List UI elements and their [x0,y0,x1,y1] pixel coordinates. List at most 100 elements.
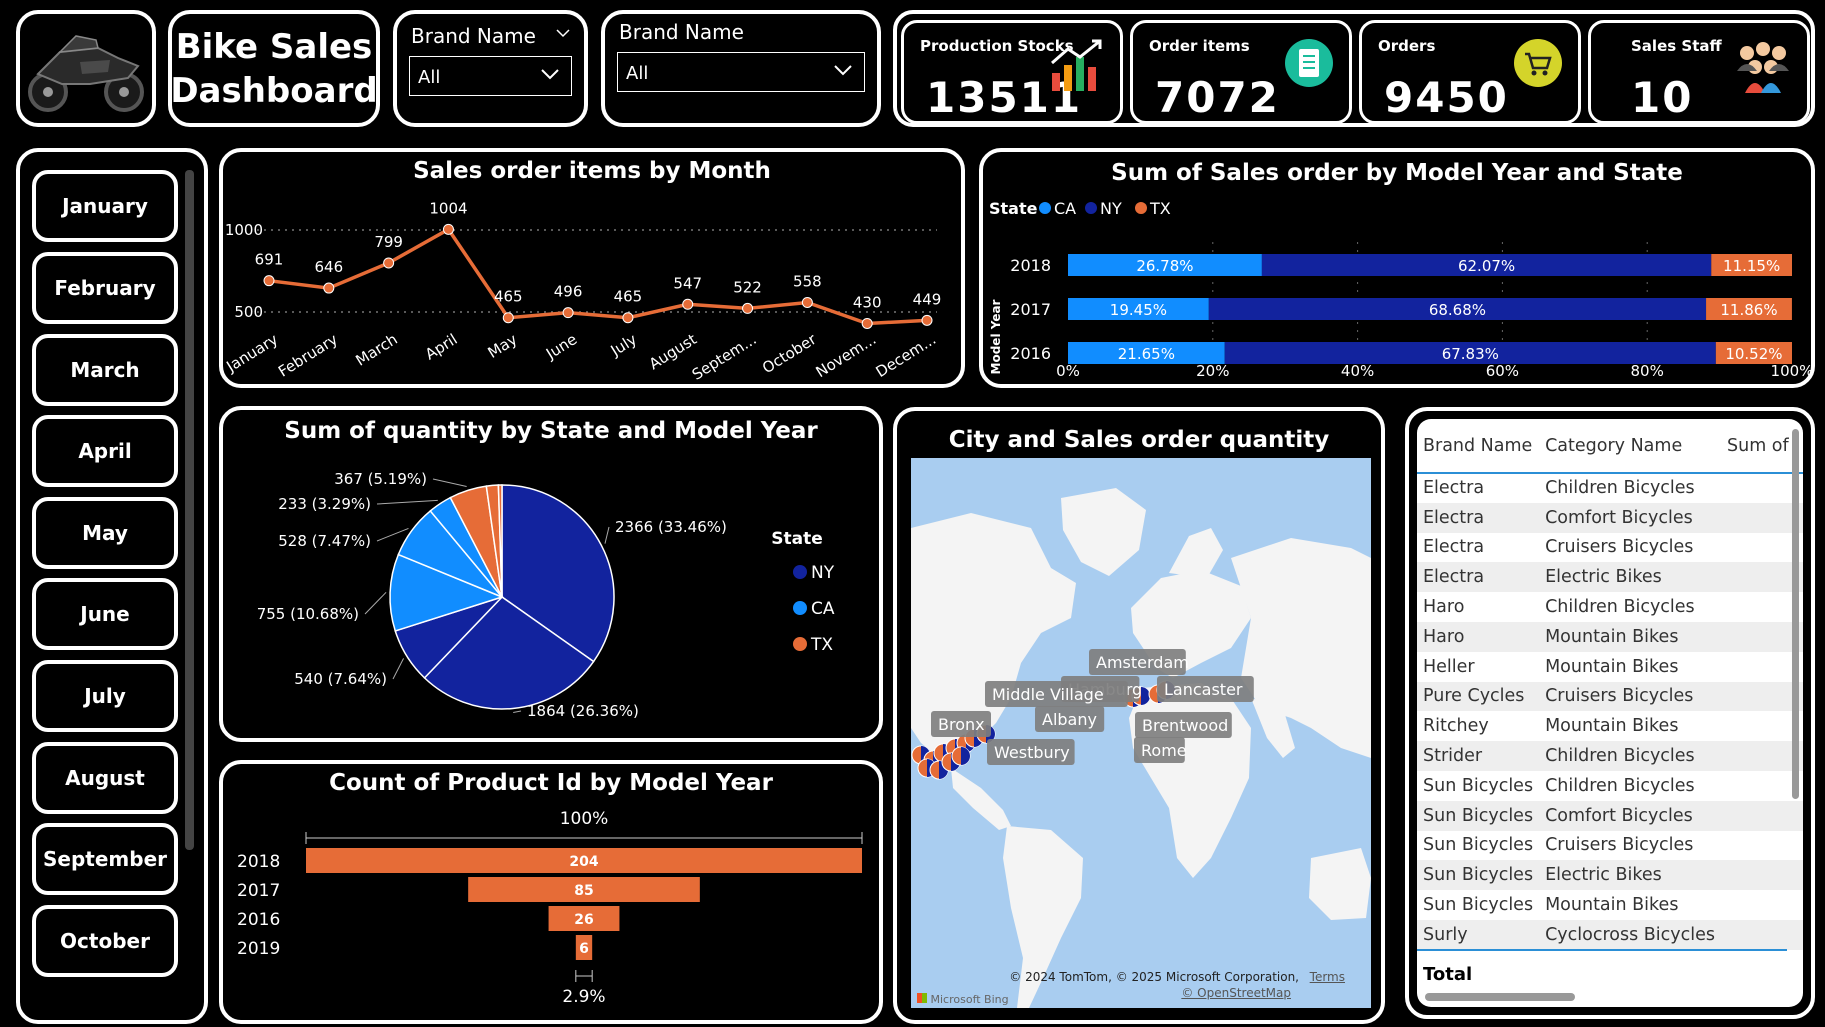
legend-label: NY [811,563,835,583]
data-label: 233 (3.29%) [278,495,371,513]
legend-label: TX [810,635,833,655]
data-point [502,312,514,324]
column-header-category[interactable]: Category Name [1539,419,1721,474]
data-label: 755 (10.68%) [257,605,359,623]
kpi-sales-staff: Sales Staff 10 [1588,20,1810,124]
table-row[interactable]: Strider Children Bicycles [1417,741,1803,771]
world-map[interactable]: AmsterdamHamburgLancasterMiddle VillageA… [911,458,1371,1008]
chevron-down-icon[interactable] [554,24,572,42]
month-button-june[interactable]: June [32,578,178,650]
month-button-february[interactable]: February [32,252,178,324]
data-label: 204 [569,854,598,870]
table-horizontal-scrollbar[interactable] [1425,993,1575,1001]
line-chart-panel: Sales order items by Month 1000 500 691 Jan… [219,148,965,388]
month-button-september[interactable]: September [32,823,178,895]
table-row[interactable]: Sun Bicycles Comfort Bicycles [1417,800,1803,831]
cell-sum [1721,502,1803,533]
column-header-sum[interactable]: Sum of [1721,419,1803,474]
cell-category: Mountain Bikes [1545,716,1679,737]
cell-sum [1721,771,1803,801]
data-label: 691 [255,251,284,269]
cell-sum [1721,860,1803,891]
y-tick-label: 2017 [1010,300,1051,319]
brand-dropdown[interactable]: All [617,52,865,92]
map-terms-link[interactable]: Terms [1310,970,1345,984]
series-line [268,227,928,326]
month-button-january[interactable]: January [32,170,178,242]
cell-brand: Sun Bicycles [1417,860,1540,891]
data-point [682,298,694,310]
logo-panel [16,10,156,127]
cell-brand: Haro [1423,597,1465,618]
total-divider [1417,949,1787,951]
table-row[interactable]: Surly Cyclocross Bicycles [1417,919,1803,950]
city-label: Middle Village [992,685,1104,704]
funnel-bottom-label: 2.9% [562,987,605,1007]
table-row[interactable]: Haro Children Bicycles [1417,592,1803,622]
table-row[interactable]: Electra Comfort Bicycles [1417,502,1803,533]
data-label: 2366 (33.46%) [615,518,727,536]
data-label: 540 (7.64%) [294,670,387,688]
funnel-chart-panel: Count of Product Id by Model Year 100% 20… [219,760,883,1024]
month-button-august[interactable]: August [32,742,178,814]
cell-category: Comfort Bicycles [1539,502,1721,533]
cell-sum [1721,831,1803,861]
bar-chart-up-icon [1051,39,1102,91]
table-row[interactable]: Pure Cycles Cruisers Bicycles [1417,681,1803,712]
legend-label: NY [1100,199,1122,218]
x-tick-label: 40% [1341,362,1374,380]
table-row[interactable]: Sun Bicycles Mountain Bikes [1417,890,1803,920]
table-row[interactable]: Electra Children Bicycles [1417,473,1803,503]
month-scrollbar[interactable] [185,170,194,850]
table-row[interactable]: Electra Cruisers Bicycles [1417,533,1803,563]
brand-slicer[interactable]: Brand Name All [601,10,881,127]
cell-category: Mountain Bikes [1545,895,1679,916]
funnel-top-label: 100% [560,809,609,829]
data-label: 522 [733,278,762,296]
month-button-july[interactable]: July [32,660,178,732]
line-chart: 1000 500 691 January 646 February 799 March 1004… [223,199,941,384]
column-header-brand[interactable]: Brand Name [1417,419,1540,474]
cell-brand: Sun Bicycles [1423,895,1534,916]
data-point [383,257,395,269]
table-row[interactable]: Heller Mountain Bikes [1417,652,1803,682]
data-point [801,296,813,308]
x-tick-label: Septem... [689,330,760,384]
month-button-may[interactable]: May [32,497,178,569]
table-row[interactable]: Sun Bicycles Children Bicycles [1417,771,1803,801]
kpi-orders: Orders 9450 [1359,20,1581,124]
table-row[interactable]: Haro Mountain Bikes [1417,621,1803,652]
x-tick-label: February [275,330,341,381]
legend-label: TX [1149,199,1171,218]
data-label: 6 [579,941,589,957]
pie-chart: 2366 (33.46%) 1864 (26.36%) 540 (7.64%) 755… [257,470,835,720]
x-tick-label: Decem... [873,330,940,381]
table-row[interactable]: Sun Bicycles Electric Bikes [1417,860,1803,891]
chevron-down-icon [834,65,852,76]
x-tick-label: 20% [1196,362,1229,380]
table-row[interactable]: Ritchey Mountain Bikes [1417,711,1803,741]
city-label: Bronx [938,715,985,734]
x-tick-label: Novem... [813,330,880,381]
data-label: 1004 [429,199,467,217]
brand-slicer-compact[interactable]: Brand Name All [393,10,588,127]
table-vertical-scrollbar[interactable] [1792,429,1799,799]
month-button-march[interactable]: March [32,334,178,406]
table-row[interactable]: Sun Bicycles Cruisers Bicycles [1417,831,1803,861]
month-button-october[interactable]: October [32,905,178,977]
cell-brand: Electra [1423,537,1485,558]
data-label: 26 [574,912,593,928]
chevron-down-icon [541,69,559,80]
leader-line [604,526,610,544]
data-label: 67.83% [1442,345,1499,363]
x-tick-label: May [485,330,521,362]
table-row[interactable]: Electra Electric Bikes [1417,562,1803,593]
brand-dropdown[interactable]: All [409,56,572,96]
legend-marker [793,637,807,651]
data-label: 367 (5.19%) [334,470,427,488]
month-button-april[interactable]: April [32,415,178,487]
data-label: 430 [853,293,882,311]
osm-link[interactable]: © OpenStreetMap [1181,986,1291,1000]
data-label: 465 [494,288,523,306]
category-label: 2016 [237,910,280,930]
